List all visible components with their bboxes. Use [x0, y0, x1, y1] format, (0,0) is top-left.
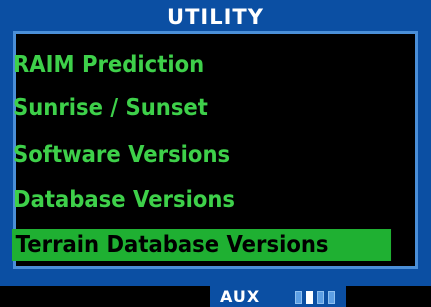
menu-item-sunrise-sunset[interactable]: Sunrise / Sunset — [13, 92, 208, 124]
page-indicator-dot — [328, 291, 335, 304]
aux-page-group: AUX — [210, 286, 346, 307]
page-title: UTILITY — [167, 5, 264, 29]
aux-mode-label: AUX — [220, 287, 261, 306]
menu-item-software-versions[interactable]: Software Versions — [13, 139, 230, 171]
menu-item-terrain-database-versions[interactable]: Terrain Database Versions — [12, 229, 392, 261]
menu-item-raim-prediction[interactable]: RAIM Prediction — [13, 49, 204, 81]
page-indicator-dot — [295, 291, 302, 304]
page-indicator-dot — [306, 291, 313, 304]
title-bar: UTILITY — [12, 4, 419, 30]
menu-item-database-versions[interactable]: Database Versions — [13, 184, 235, 216]
status-bar: AUX — [0, 286, 431, 307]
page-indicator-dot — [317, 291, 324, 304]
utility-panel: UTILITY RAIM Prediction Sunrise / Sunset… — [0, 0, 431, 286]
utility-screen: UTILITY RAIM Prediction Sunrise / Sunset… — [0, 0, 431, 307]
